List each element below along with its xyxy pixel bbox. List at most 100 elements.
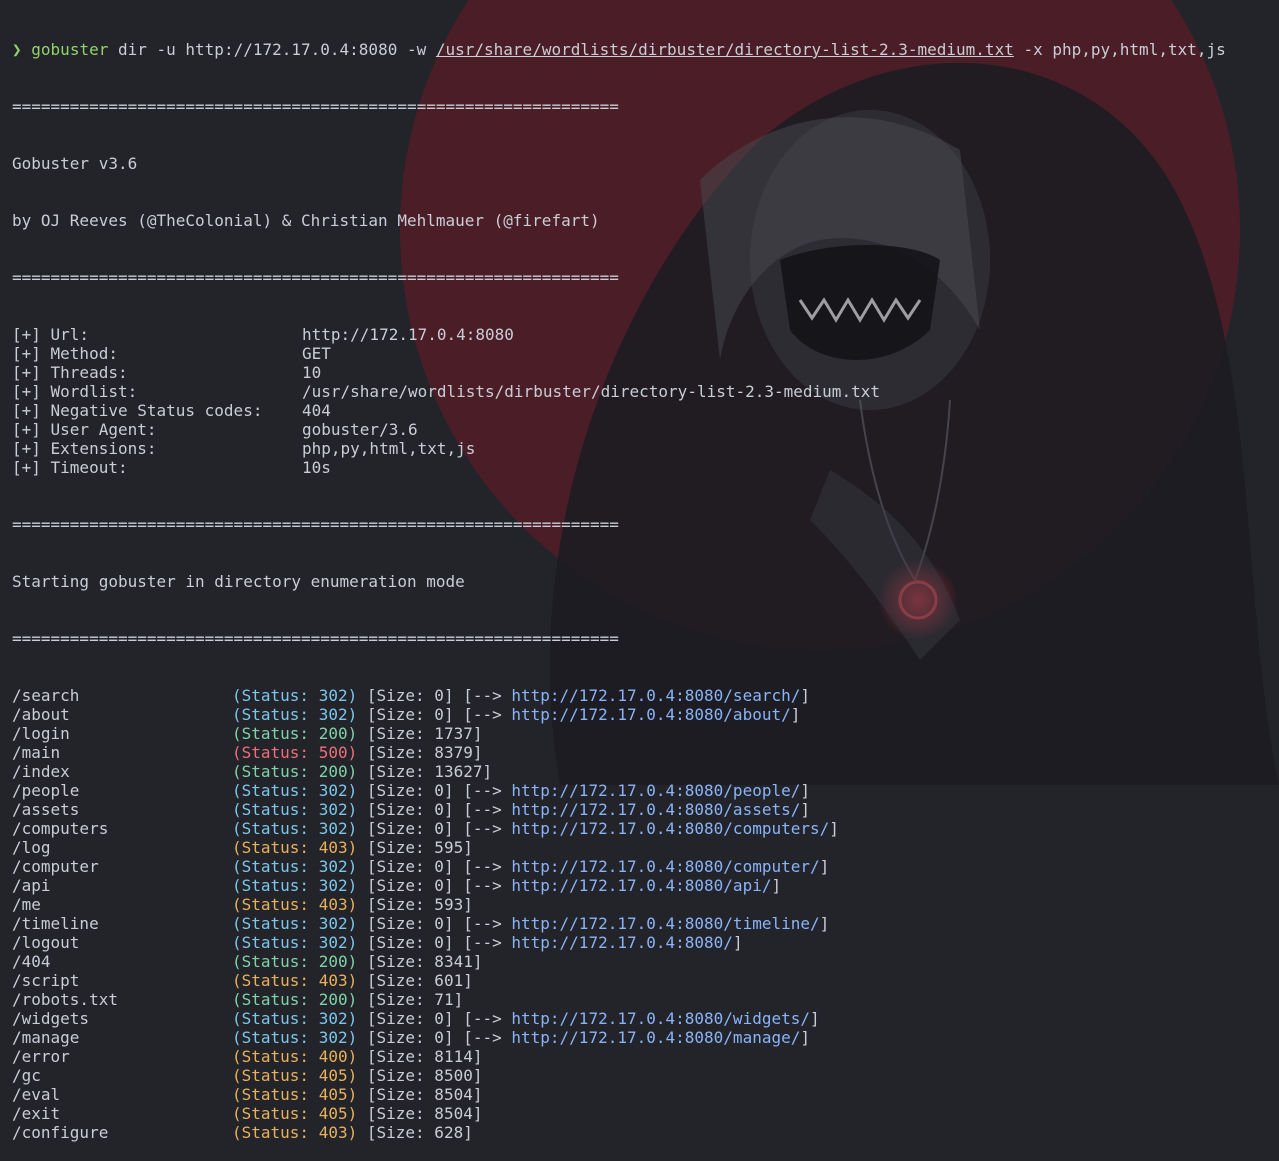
result-path: /main [12, 743, 61, 762]
result-size: [Size: 0] [366, 876, 454, 895]
result-row: /logout (Status: 302) [Size: 0] [--> http… [12, 933, 743, 952]
result-size: [Size: 13627] [366, 762, 493, 781]
result-path: /exit [12, 1104, 61, 1123]
result-path: /manage [12, 1028, 80, 1047]
redirect-url-link[interactable]: http://172.17.0.4:8080/api/ [511, 876, 771, 895]
config-key: [+] Negative Status codes: [12, 401, 263, 420]
status-code: (Status: 403) [232, 1123, 358, 1142]
redirect-url-link[interactable]: http://172.17.0.4:8080/about/ [511, 705, 790, 724]
redirect-url-link[interactable]: http://172.17.0.4:8080/manage/ [511, 1028, 800, 1047]
config-value: 10 [302, 363, 322, 382]
result-row: /eval (Status: 405) [Size: 8504] [12, 1085, 1226, 1104]
status-code: (Status: 302) [232, 686, 358, 705]
result-path: /error [12, 1047, 70, 1066]
result-size: [Size: 8504] [366, 1085, 483, 1104]
result-row: /widgets (Status: 302) [Size: 0] [--> htt… [12, 1009, 820, 1028]
status-code: (Status: 403) [232, 971, 358, 990]
status-code: (Status: 405) [232, 1104, 358, 1123]
wordlist-path-link[interactable]: /usr/share/wordlists/dirbuster/directory… [436, 40, 1014, 59]
redirect-url-link[interactable]: http://172.17.0.4:8080/ [511, 933, 733, 952]
result-size: [Size: 0] [366, 857, 454, 876]
config-key: [+] Threads: [12, 363, 128, 382]
status-code: (Status: 302) [232, 914, 358, 933]
status-code: (Status: 302) [232, 1009, 358, 1028]
result-path: /computer [12, 857, 99, 876]
result-path: /people [12, 781, 80, 800]
status-code: (Status: 405) [232, 1066, 358, 1085]
status-code: (Status: 400) [232, 1047, 358, 1066]
result-path: /robots.txt [12, 990, 118, 1009]
config-value: 404 [302, 401, 331, 420]
result-size: [Size: 0] [366, 686, 454, 705]
status-code: (Status: 200) [232, 762, 358, 781]
result-size: [Size: 0] [366, 1009, 454, 1028]
result-path: /logout [12, 933, 80, 952]
result-row: /index (Status: 200) [Size: 13627] [12, 762, 1226, 781]
result-path: /404 [12, 952, 51, 971]
result-size: [Size: 71] [366, 990, 464, 1009]
result-row: /timeline (Status: 302) [Size: 0] [--> ht… [12, 914, 830, 933]
status-code: (Status: 302) [232, 800, 358, 819]
config-key: [+] Url: [12, 325, 90, 344]
result-size: [Size: 628] [366, 1123, 473, 1142]
result-row: /about (Status: 302) [Size: 0] [--> http:… [12, 705, 801, 724]
result-row: /computers (Status: 302) [Size: 0] [--> h… [12, 819, 839, 838]
status-code: (Status: 302) [232, 933, 358, 952]
status-code: (Status: 405) [232, 1085, 358, 1104]
result-size: [Size: 0] [366, 781, 454, 800]
banner-authors: by OJ Reeves (@TheColonial) & Christian … [12, 211, 600, 230]
result-row: /gc (Status: 405) [Size: 8500] [12, 1066, 1226, 1085]
terminal-output: ❯ gobuster dir -u http://172.17.0.4:8080… [12, 2, 1226, 1161]
status-code: (Status: 403) [232, 895, 358, 914]
status-code: (Status: 200) [232, 724, 358, 743]
redirect-url-link[interactable]: http://172.17.0.4:8080/assets/ [511, 800, 800, 819]
command-extension-args: -x php,py,html,txt,js [1013, 40, 1226, 59]
config-row: [+] Wordlist: /usr/share/wordlists/dirbus… [12, 382, 1226, 401]
redirect-url-link[interactable]: http://172.17.0.4:8080/timeline/ [511, 914, 819, 933]
redirect-url-link[interactable]: http://172.17.0.4:8080/search/ [511, 686, 800, 705]
result-size: [Size: 0] [366, 933, 454, 952]
redirect-url-link[interactable]: http://172.17.0.4:8080/computers/ [511, 819, 829, 838]
result-row: /log (Status: 403) [Size: 595] [12, 838, 1226, 857]
result-path: /search [12, 686, 80, 705]
result-size: [Size: 8379] [366, 743, 483, 762]
result-size: [Size: 0] [366, 819, 454, 838]
redirect-url-link[interactable]: http://172.17.0.4:8080/widgets/ [511, 1009, 810, 1028]
config-row: [+] Timeout: 10s [12, 458, 1226, 477]
result-row: /manage (Status: 302) [Size: 0] [--> http… [12, 1028, 810, 1047]
config-key: [+] Timeout: [12, 458, 128, 477]
status-code: (Status: 302) [232, 857, 358, 876]
config-value: php,py,html,txt,js [302, 439, 476, 458]
result-path: /assets [12, 800, 80, 819]
result-size: [Size: 1737] [366, 724, 483, 743]
start-message: Starting gobuster in directory enumerati… [12, 572, 465, 591]
result-path: /index [12, 762, 70, 781]
result-row: /error (Status: 400) [Size: 8114] [12, 1047, 1226, 1066]
status-code: (Status: 200) [232, 952, 358, 971]
banner-version: Gobuster v3.6 [12, 154, 138, 173]
result-size: [Size: 0] [366, 705, 454, 724]
redirect-url-link[interactable]: http://172.17.0.4:8080/computer/ [511, 857, 819, 876]
config-key: [+] Wordlist: [12, 382, 138, 401]
status-code: (Status: 302) [232, 705, 358, 724]
result-row: /404 (Status: 200) [Size: 8341] [12, 952, 1226, 971]
result-path: /api [12, 876, 51, 895]
config-key: [+] Extensions: [12, 439, 157, 458]
command-line[interactable]: ❯ gobuster dir -u http://172.17.0.4:8080… [12, 40, 1226, 59]
result-row: /people (Status: 302) [Size: 0] [--> http… [12, 781, 810, 800]
result-size: [Size: 8341] [366, 952, 483, 971]
config-value: /usr/share/wordlists/dirbuster/directory… [302, 382, 880, 401]
result-row: /api (Status: 302) [Size: 0] [--> http://… [12, 876, 782, 895]
config-row: [+] User Agent: gobuster/3.6 [12, 420, 1226, 439]
config-row: [+] Url: http://172.17.0.4:8080 [12, 325, 1226, 344]
status-code: (Status: 302) [232, 876, 358, 895]
redirect-url-link[interactable]: http://172.17.0.4:8080/people/ [511, 781, 800, 800]
status-code: (Status: 403) [232, 838, 358, 857]
separator: ========================================… [12, 97, 619, 116]
config-row: [+] Negative Status codes: 404 [12, 401, 1226, 420]
result-size: [Size: 8500] [366, 1066, 483, 1085]
config-row: [+] Threads: 10 [12, 363, 1226, 382]
result-row: /me (Status: 403) [Size: 593] [12, 895, 1226, 914]
result-path: /eval [12, 1085, 61, 1104]
result-row: /login (Status: 200) [Size: 1737] [12, 724, 1226, 743]
